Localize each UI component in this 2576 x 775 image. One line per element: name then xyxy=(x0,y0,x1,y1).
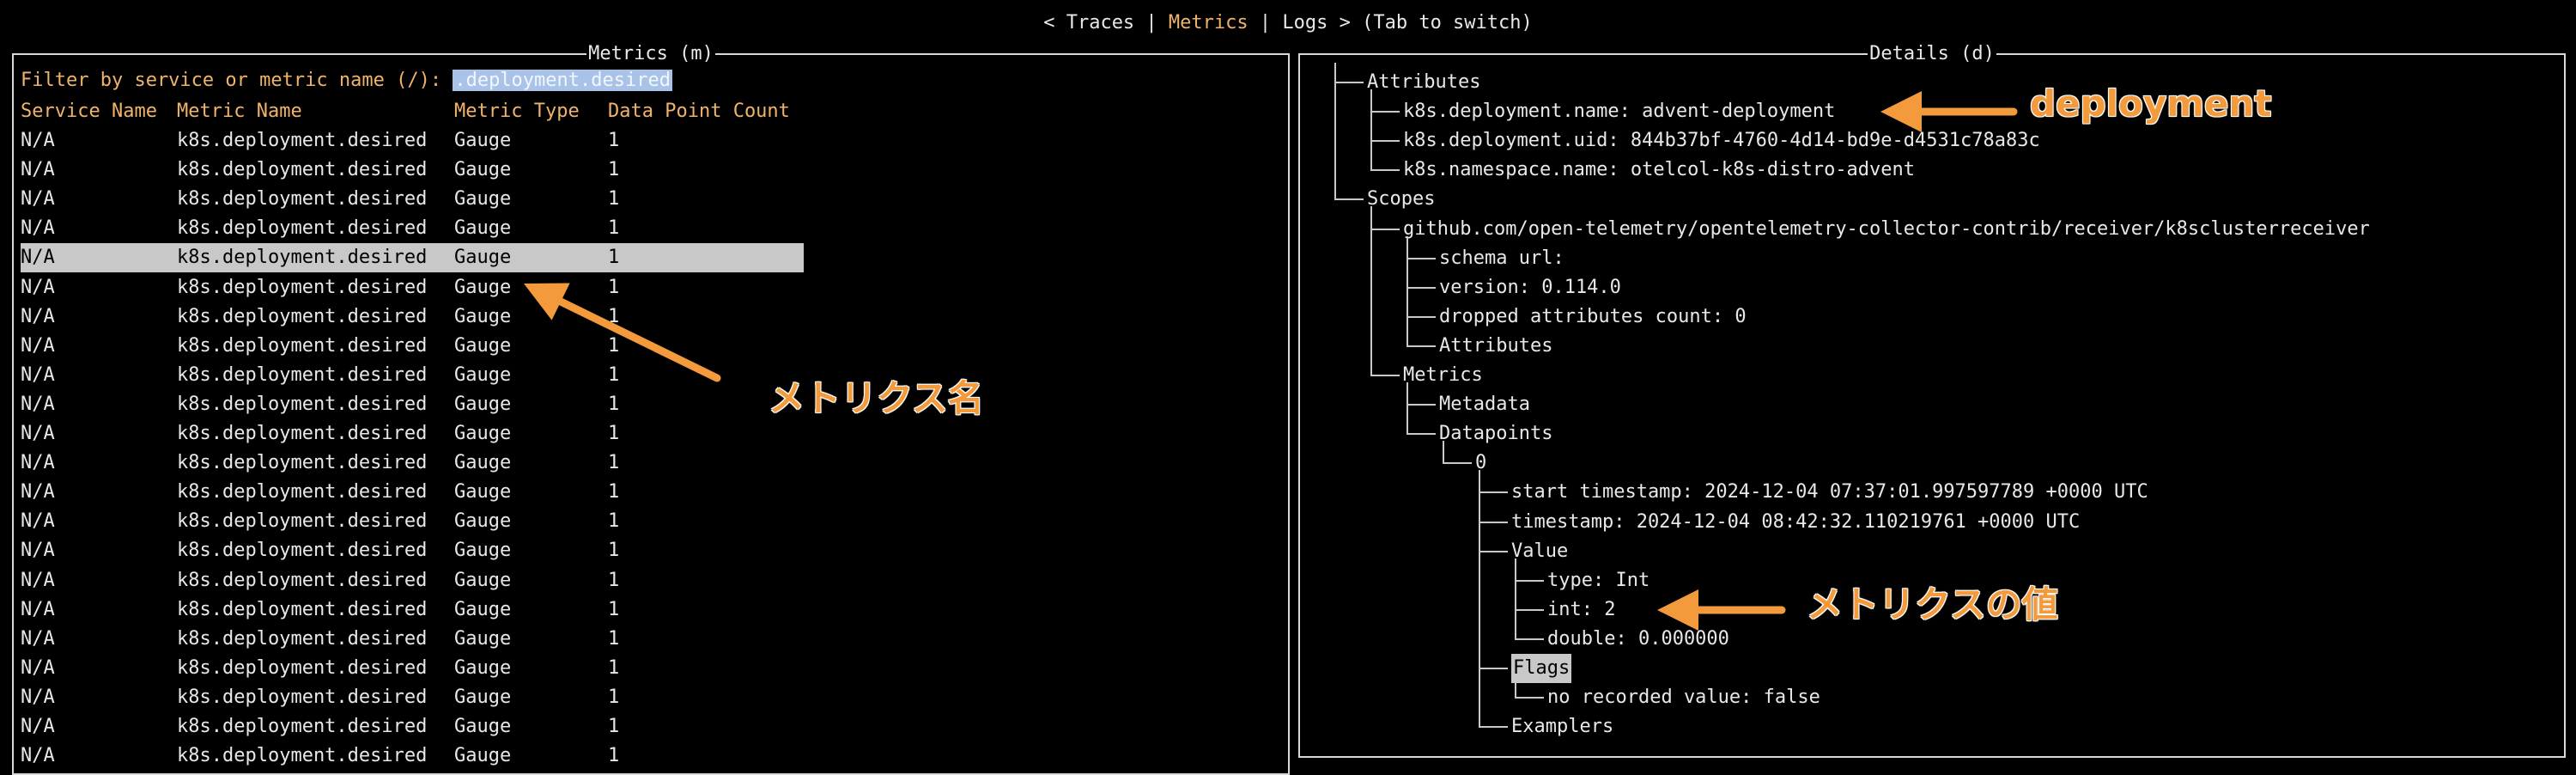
arrow-to-deployment-head xyxy=(1880,91,1922,132)
arrow-to-metric-name-shaft xyxy=(556,297,721,382)
arrow-to-metric-value-head xyxy=(1657,589,1698,631)
annotation-arrows xyxy=(524,91,2018,631)
